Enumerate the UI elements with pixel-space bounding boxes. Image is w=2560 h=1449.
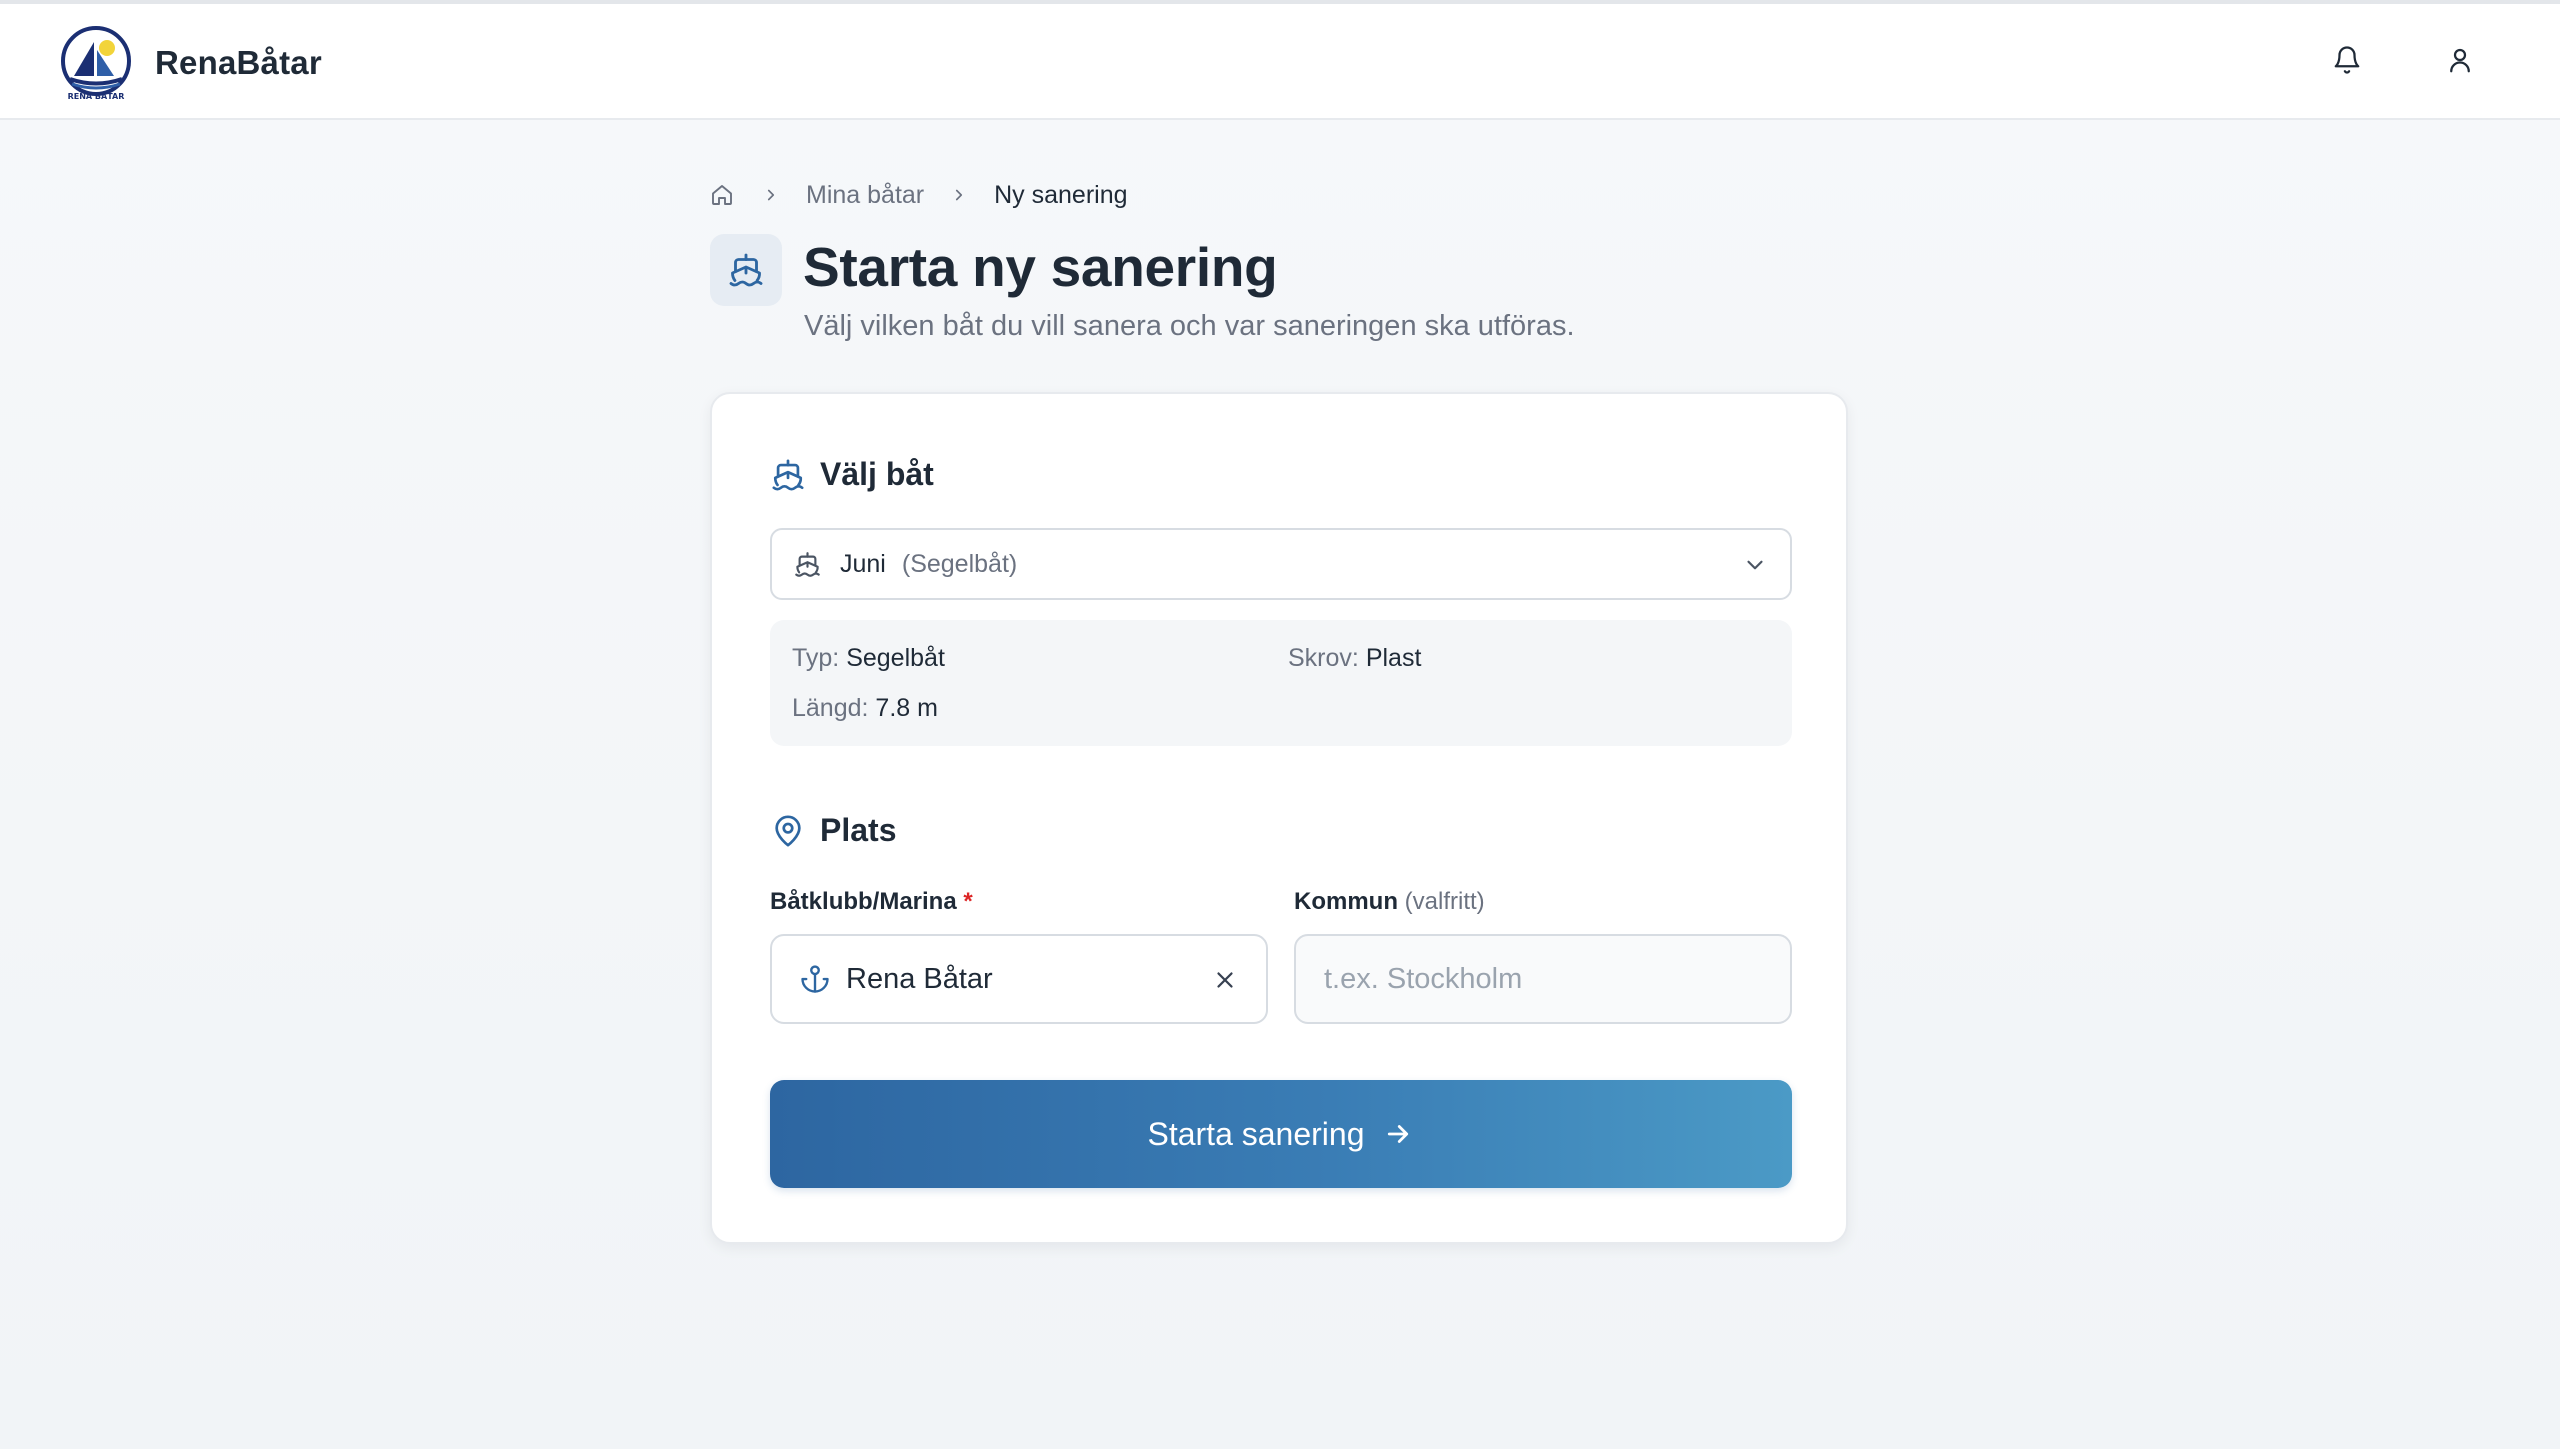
club-input-value: Rena Båtar (846, 962, 993, 995)
boat-section-heading: Välj båt (770, 456, 934, 493)
detail-value: Plast (1365, 644, 1422, 672)
brand-name[interactable]: RenaBåtar (155, 44, 322, 82)
detail-label: Längd: (792, 694, 869, 722)
place-section-title: Plats (820, 812, 897, 848)
ship-icon (710, 234, 782, 306)
selected-boat-name: Juni (840, 549, 886, 578)
breadcrumb-current: Ny sanering (994, 180, 1128, 209)
boat-detail-skrov: Skrov: Plast (1288, 644, 1421, 673)
boat-detail-typ: Typ: Segelbåt (792, 644, 945, 673)
breadcrumb: Mina båtar Ny sanering (710, 178, 1128, 212)
breadcrumb-link-mina-batar[interactable]: Mina båtar (806, 181, 924, 210)
boat-detail-langd: Längd: 7.8 m (792, 694, 938, 723)
detail-value: 7.8 m (875, 694, 938, 722)
ship-icon (770, 457, 806, 493)
close-icon[interactable] (1212, 967, 1238, 993)
boat-section-title: Välj båt (820, 456, 934, 492)
user-icon (2445, 45, 2475, 80)
club-input[interactable]: Rena Båtar (770, 934, 1268, 1024)
svg-text:RENA BÅTAR: RENA BÅTAR (68, 91, 125, 101)
page-subtitle: Välj vilken båt du vill sanera och var s… (804, 310, 1575, 342)
map-pin-icon (770, 813, 806, 849)
selected-boat-type: (Segelbåt) (901, 549, 1018, 578)
chevron-down-icon (1742, 552, 1768, 578)
home-icon[interactable] (710, 182, 736, 208)
boat-details-panel: Typ: Segelbåt Skrov: Plast Längd: 7.8 m (770, 620, 1792, 746)
bell-icon (2332, 45, 2362, 80)
page-title: Starta ny sanering (803, 236, 1278, 298)
detail-label: Typ: (792, 644, 840, 672)
optional-hint: (valfritt) (1404, 888, 1485, 915)
chevron-right-icon (762, 186, 780, 204)
kommun-input[interactable] (1294, 934, 1792, 1024)
start-sanering-button[interactable]: Starta sanering (770, 1080, 1792, 1188)
profile-button[interactable] (2440, 42, 2480, 82)
club-label-text: Båtklubb/Marina (770, 888, 957, 915)
chevron-right-icon (950, 186, 968, 204)
place-section-heading: Plats (770, 812, 896, 849)
anchor-icon (800, 963, 832, 995)
kommun-label-text: Kommun (1294, 888, 1398, 915)
start-sanering-label: Starta sanering (1147, 1115, 1365, 1152)
kommun-input-field[interactable] (1324, 962, 1762, 996)
required-marker: * (963, 888, 973, 915)
sanering-form-card: Välj båt Juni (Segelbåt) Typ: Segelbåt S… (710, 392, 1848, 1244)
detail-label: Skrov: (1288, 644, 1359, 672)
notifications-button[interactable] (2327, 42, 2367, 82)
arrow-right-icon (1383, 1118, 1415, 1150)
detail-value: Segelbåt (846, 644, 945, 672)
boat-select[interactable]: Juni (Segelbåt) (770, 528, 1792, 600)
kommun-field-label: Kommun (valfritt) (1294, 888, 1485, 916)
ship-icon (794, 549, 824, 579)
club-field-label: Båtklubb/Marina * (770, 888, 973, 916)
app-header: RENA BÅTAR RenaBåtar (0, 4, 2560, 120)
brand-logo[interactable]: RENA BÅTAR (60, 24, 136, 102)
